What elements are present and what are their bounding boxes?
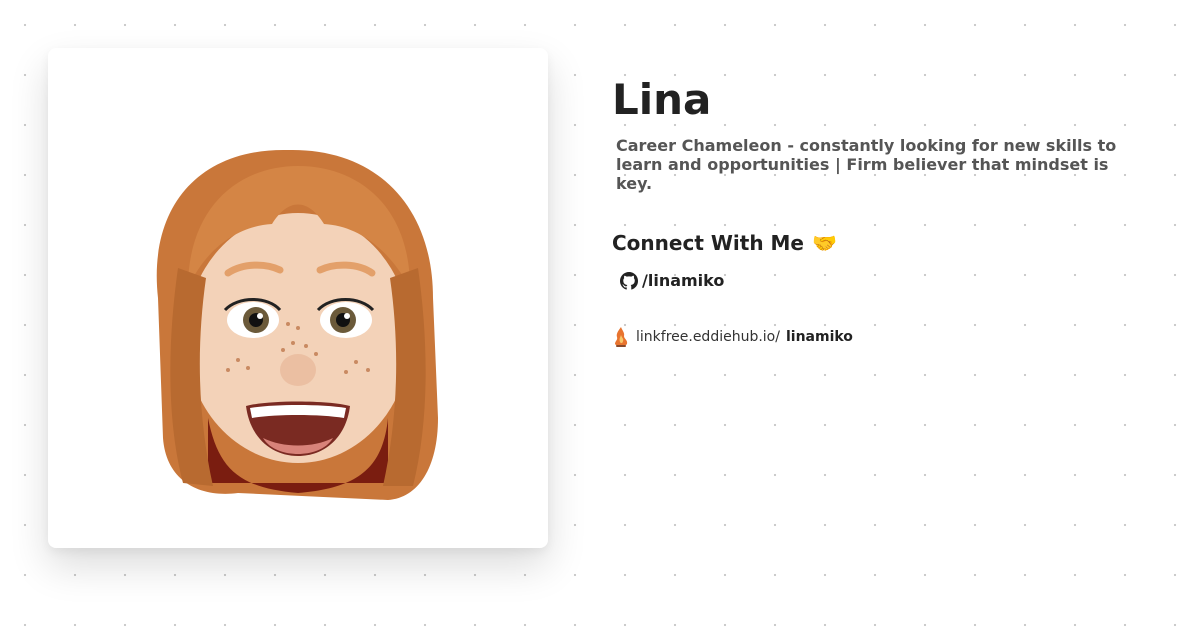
avatar-card: [48, 48, 548, 548]
profile-name: Lina: [612, 75, 712, 124]
github-link-label: /linamiko: [642, 271, 725, 290]
linkfree-username: linamiko: [785, 329, 853, 345]
github-link[interactable]: /linamiko: [620, 271, 1152, 290]
avatar: [156, 149, 439, 500]
linkfree-logo-icon: [615, 327, 628, 347]
connect-heading-text: Connect With Me: [612, 231, 804, 255]
linkfree-link[interactable]: linkfree.eddiehub.io/ linamiko: [612, 326, 1152, 348]
profile-info: Lina Career Chameleon - constantly looki…: [612, 74, 1152, 348]
github-icon: [620, 271, 638, 290]
linkfree-domain: linkfree.eddiehub.io/: [636, 329, 780, 345]
profile-bio: Career Chameleon - constantly looking fo…: [616, 136, 1117, 193]
handshake-icon: 🤝: [811, 231, 837, 255]
connect-heading: Connect With Me 🤝: [612, 231, 1152, 255]
